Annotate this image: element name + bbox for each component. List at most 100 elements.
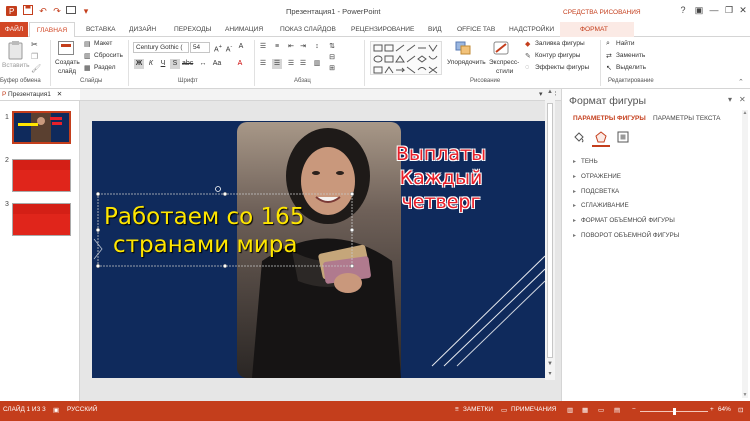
select-button[interactable]: Выделить bbox=[616, 64, 646, 71]
tab-home[interactable]: ГЛАВНАЯ bbox=[29, 22, 75, 38]
font-size-combo[interactable]: 54 bbox=[190, 42, 210, 53]
tab-animations[interactable]: АНИМАЦИЯ bbox=[225, 22, 263, 37]
pane-options-icon[interactable]: ▾ bbox=[728, 95, 732, 104]
pane-scroll-up-icon[interactable]: ▲ bbox=[742, 110, 748, 116]
text-direction-icon[interactable]: ⇅ bbox=[327, 42, 337, 52]
replace-icon[interactable]: ⇄ bbox=[606, 52, 612, 60]
layout-button[interactable]: Макет bbox=[94, 40, 112, 47]
section-3d-rotation[interactable]: ▸ ПОВОРОТ ОБЪЕМНОЙ ФИГУРЫ bbox=[573, 232, 679, 239]
customize-toolbar-icon[interactable]: ▾ bbox=[80, 5, 92, 17]
layout-icon[interactable]: ▤ bbox=[84, 40, 91, 48]
shapes-gallery[interactable] bbox=[370, 41, 442, 75]
zoom-out-icon[interactable]: − bbox=[632, 406, 636, 413]
font-color-icon[interactable]: A bbox=[235, 59, 245, 69]
copy-icon[interactable]: ❐ bbox=[31, 52, 38, 61]
section-icon[interactable]: ▦ bbox=[84, 64, 91, 72]
zoom-slider-thumb[interactable] bbox=[673, 408, 676, 415]
columns-icon[interactable]: ▥ bbox=[312, 59, 322, 69]
bold-icon[interactable]: Ж bbox=[134, 59, 144, 69]
language-indicator[interactable]: РУССКИЙ bbox=[67, 406, 97, 413]
pane-scrollbar[interactable]: ▲ ▼ bbox=[742, 110, 748, 398]
change-case-icon[interactable]: Aa bbox=[212, 59, 222, 69]
tab-office-tab[interactable]: OFFICE TAB bbox=[457, 22, 495, 37]
justify-icon[interactable]: ☰ bbox=[298, 59, 308, 69]
tab-view[interactable]: ВИД bbox=[428, 22, 442, 37]
effects-icon[interactable] bbox=[595, 131, 607, 145]
shape-effects-button[interactable]: Эффекты фигуры bbox=[535, 64, 589, 71]
thumbnail-slide-1[interactable] bbox=[12, 111, 71, 144]
scroll-thumb[interactable] bbox=[547, 103, 553, 358]
comments-icon[interactable]: ▭ bbox=[501, 406, 507, 414]
tab-shape-options[interactable]: ПАРАМЕТРЫ ФИГУРЫ bbox=[573, 115, 646, 122]
slide-caption[interactable]: Работаем со 165 странами мира bbox=[104, 203, 364, 259]
bullets-icon[interactable]: ☰ bbox=[258, 42, 268, 52]
notes-icon[interactable]: ≡ bbox=[455, 406, 459, 413]
collapse-ribbon-icon[interactable]: ⌃ bbox=[738, 78, 744, 86]
reset-button[interactable]: Сбросить bbox=[94, 52, 123, 59]
redo-icon[interactable]: ↷ bbox=[51, 5, 63, 17]
normal-view-icon[interactable]: ▥ bbox=[567, 406, 573, 414]
zoom-in-icon[interactable]: + bbox=[710, 406, 714, 413]
minimize-button[interactable]: — bbox=[707, 4, 721, 16]
tab-slideshow[interactable]: ПОКАЗ СЛАЙДОВ bbox=[280, 22, 336, 37]
tab-design[interactable]: ДИЗАЙН bbox=[129, 22, 156, 37]
close-button[interactable]: ✕ bbox=[736, 4, 750, 16]
align-left-icon[interactable]: ☰ bbox=[258, 59, 268, 69]
shape-fill-button[interactable]: Заливка фигуры bbox=[535, 40, 585, 47]
arrange-icon[interactable] bbox=[455, 41, 471, 57]
promo-text[interactable]: Выплаты Каждый четверг bbox=[386, 142, 496, 214]
save-icon[interactable] bbox=[22, 5, 34, 17]
shape-outline-button[interactable]: Контур фигуры bbox=[535, 52, 580, 59]
paste-icon[interactable] bbox=[7, 40, 25, 62]
shape-outline-icon[interactable]: ✎ bbox=[525, 52, 531, 60]
slideshow-from-start-icon[interactable] bbox=[65, 5, 77, 17]
section-reflection[interactable]: ▸ ОТРАЖЕНИЕ bbox=[573, 173, 621, 180]
pane-scroll-down-icon[interactable]: ▼ bbox=[742, 392, 748, 398]
paste-label[interactable]: Вставить bbox=[2, 62, 30, 69]
new-slide-label-2[interactable]: слайд bbox=[58, 68, 76, 75]
new-slide-icon[interactable] bbox=[58, 41, 74, 57]
align-text-icon[interactable]: ⊟ bbox=[327, 53, 337, 63]
slide-canvas[interactable]: Работаем со 165 странами мира Выплаты Ка… bbox=[92, 121, 545, 378]
size-properties-icon[interactable] bbox=[617, 131, 629, 145]
thumbnail-slide-3[interactable] bbox=[12, 203, 71, 236]
reset-icon[interactable]: ▥ bbox=[84, 52, 91, 60]
decrease-indent-icon[interactable]: ⇤ bbox=[286, 42, 296, 52]
scroll-up-icon[interactable]: ▲ bbox=[545, 89, 555, 99]
section-button[interactable]: Раздел bbox=[94, 64, 115, 71]
section-glow[interactable]: ▸ ПОДСВЕТКА bbox=[573, 188, 619, 195]
italic-icon[interactable]: К bbox=[146, 59, 156, 69]
section-soft-edges[interactable]: ▸ СГЛАЖИВАНИЕ bbox=[573, 202, 629, 209]
document-tab-close-icon[interactable]: ✕ bbox=[53, 91, 62, 98]
slideshow-view-icon[interactable]: ▤ bbox=[614, 406, 620, 414]
undo-icon[interactable]: ↶ bbox=[37, 5, 49, 17]
thumbnail-slide-2[interactable] bbox=[12, 159, 71, 192]
font-name-combo[interactable]: Century Gothic ( bbox=[133, 42, 189, 53]
reading-view-icon[interactable]: ▭ bbox=[598, 406, 604, 414]
line-spacing-icon[interactable]: ↕ bbox=[312, 42, 322, 52]
char-spacing-icon[interactable]: ↔ bbox=[198, 59, 208, 69]
restore-button[interactable]: ❐ bbox=[722, 4, 736, 16]
numbering-icon[interactable]: ≡ bbox=[272, 42, 282, 52]
align-center-icon[interactable]: ☰ bbox=[272, 59, 282, 69]
shape-effects-icon[interactable]: ◌ bbox=[525, 64, 529, 71]
quick-styles-icon[interactable] bbox=[493, 41, 509, 57]
comments-button[interactable]: ПРИМЕЧАНИЯ bbox=[511, 406, 556, 413]
section-3d-format[interactable]: ▸ ФОРМАТ ОБЪЕМНОЙ ФИГУРЫ bbox=[573, 217, 675, 224]
next-slide-icon[interactable]: ▾ bbox=[545, 370, 555, 379]
smartart-icon[interactable]: ⊞ bbox=[327, 64, 337, 74]
help-button[interactable]: ? bbox=[676, 4, 690, 16]
fit-to-window-icon[interactable]: ⊡ bbox=[738, 406, 743, 414]
replace-button[interactable]: Заменить bbox=[616, 52, 645, 59]
tab-text-options[interactable]: ПАРАМЕТРЫ ТЕКСТА bbox=[653, 115, 720, 122]
quick-styles-label[interactable]: Экспресс- bbox=[489, 59, 519, 66]
tab-addins[interactable]: НАДСТРОЙКИ bbox=[509, 22, 554, 37]
slide-scrollbar[interactable]: ▲ ▼ ▾ bbox=[545, 89, 555, 380]
zoom-level[interactable]: 64% bbox=[718, 406, 731, 413]
arrange-label[interactable]: Упорядочить bbox=[447, 59, 486, 66]
section-shadow[interactable]: ▸ ТЕНЬ bbox=[573, 158, 598, 165]
cut-icon[interactable]: ✂ bbox=[31, 40, 38, 49]
format-painter-icon[interactable]: 🖌 bbox=[31, 64, 41, 73]
pane-close-icon[interactable]: ✕ bbox=[739, 95, 746, 104]
spelling-icon[interactable]: ▣ bbox=[53, 406, 59, 414]
